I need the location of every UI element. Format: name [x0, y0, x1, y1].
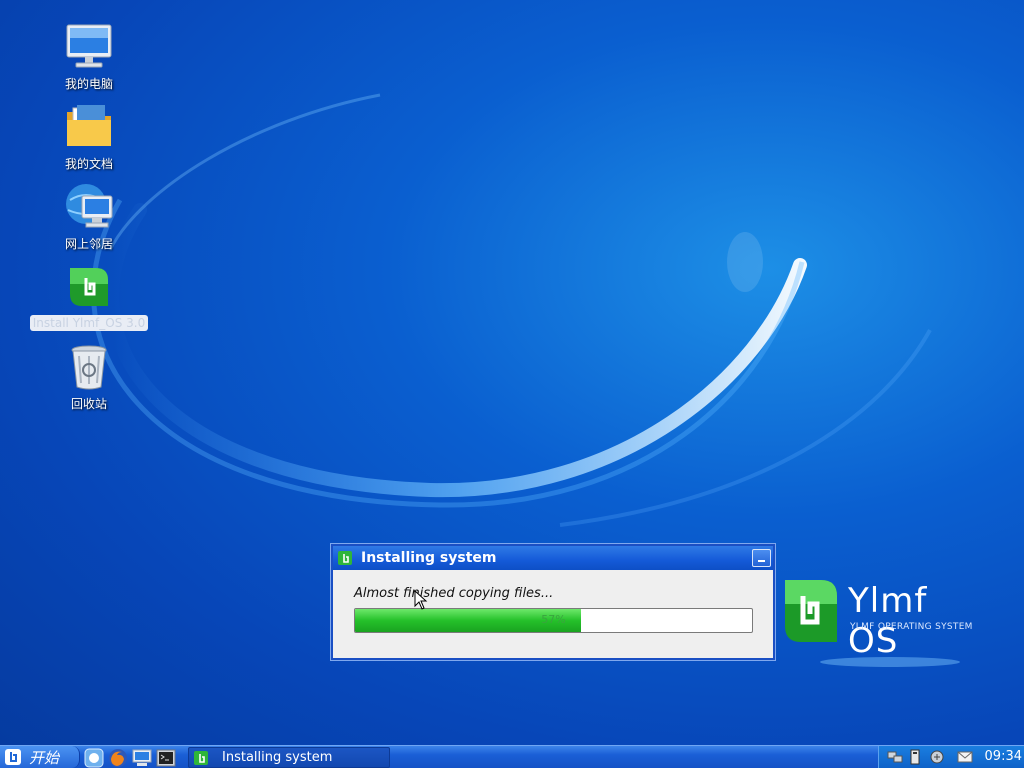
- desktop-icon-label: 我的电脑: [64, 77, 113, 91]
- mouse-cursor-icon: [414, 590, 428, 610]
- finder-icon[interactable]: [84, 748, 104, 768]
- folder-icon: [67, 105, 111, 146]
- dialog-titlebar[interactable]: Installing system: [333, 546, 773, 570]
- ylmf-logo: Ylmf OS YLMF OPERATING SYSTEM: [781, 576, 981, 661]
- desktop-icon-my-documents[interactable]: 我的文档: [40, 102, 138, 173]
- desktop-icon-my-computer[interactable]: 我的电脑: [40, 22, 138, 93]
- volume-icon[interactable]: [929, 749, 945, 765]
- progress-percent-label: 57%: [541, 613, 566, 626]
- dialog-title: Installing system: [361, 550, 497, 566]
- firefox-icon[interactable]: [108, 748, 128, 768]
- brand-tagline: YLMF OPERATING SYSTEM: [850, 622, 973, 632]
- desktop-icon-recycle-bin[interactable]: 回收站: [40, 342, 138, 413]
- desktop-icon-label: 我的文档: [64, 157, 113, 171]
- installing-dialog[interactable]: Installing system Almost finished copyin…: [331, 544, 775, 660]
- mail-icon[interactable]: [957, 749, 973, 765]
- desktop-icon-install-ylmf[interactable]: Install Ylmf_OS 3.0: [22, 262, 156, 331]
- start-label: 开始: [29, 748, 60, 767]
- taskbar: 开始 Installing system 09:34: [0, 745, 1024, 768]
- system-tray: 09:34: [878, 746, 1024, 768]
- start-button[interactable]: 开始: [0, 746, 80, 768]
- network-tray-icon[interactable]: [887, 749, 903, 765]
- computer-icon: [66, 24, 112, 68]
- desktop-icon[interactable]: [132, 748, 152, 768]
- desktop-icon-label: Install Ylmf_OS 3.0: [29, 315, 149, 331]
- network-icon: [66, 184, 113, 228]
- desktop-icon-network[interactable]: 网上邻居: [40, 182, 138, 253]
- installer-icon: [70, 268, 108, 306]
- taskbar-item-installing-system[interactable]: Installing system: [188, 747, 390, 768]
- taskbar-item-label: Installing system: [222, 750, 333, 765]
- install-progress-bar: 57%: [354, 608, 753, 633]
- clock[interactable]: 09:34: [985, 749, 1022, 764]
- trash-icon: [71, 345, 107, 390]
- terminal-icon[interactable]: [156, 748, 176, 768]
- installer-icon: [338, 551, 352, 565]
- ylmf-logo-icon: [785, 580, 837, 642]
- dialog-body: Almost finished copying files... 57%: [333, 570, 773, 633]
- desktop-icon-label: 回收站: [70, 397, 107, 411]
- desktop-icon-label: 网上邻居: [64, 237, 113, 251]
- start-menu-icon: [5, 749, 21, 765]
- brand-name: Ylmf OS: [848, 581, 928, 661]
- installer-icon: [194, 750, 208, 765]
- battery-icon[interactable]: [907, 749, 923, 765]
- minimize-button[interactable]: [752, 549, 771, 567]
